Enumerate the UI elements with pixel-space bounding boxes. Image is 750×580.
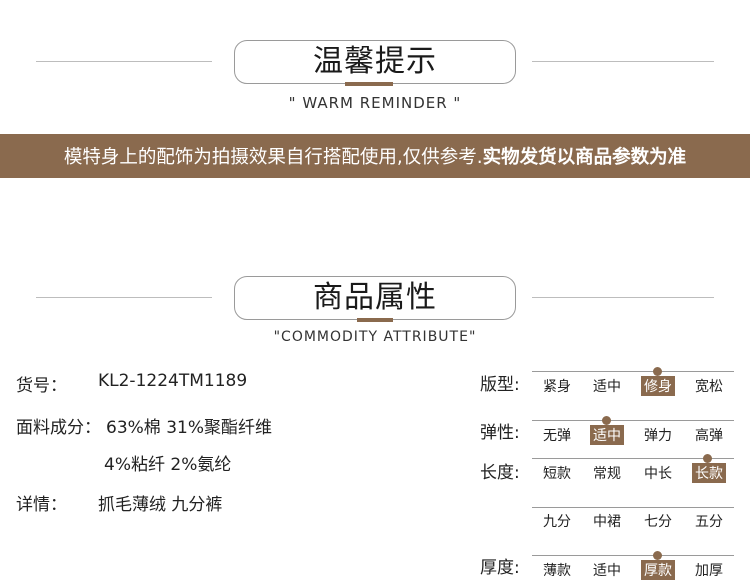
elasticity-option-selected: 适中: [590, 425, 624, 445]
thickness-option: 适中: [593, 563, 621, 579]
fit-option: 宽松: [695, 379, 723, 395]
fit-scale-line: [532, 371, 734, 372]
item-number-value: KL2-1224TM1189: [98, 371, 248, 391]
elasticity-label: 弹性:: [480, 423, 520, 443]
reminder-subtitle: " WARM REMINDER ": [288, 94, 462, 112]
detail-label: 详情：: [16, 495, 67, 515]
notice-banner-text: 模特身上的配饰为拍摄效果自行搭配使用,仅供参考.: [63, 147, 483, 168]
reminder-title-underline: [345, 82, 393, 86]
fabric-value-line1: 63%棉 31%聚酯纤维: [106, 418, 272, 438]
length-label: 长度:: [480, 463, 520, 483]
fabric-value-line2: 4%粘纤 2%氨纶: [104, 455, 232, 475]
notice-banner: 模特身上的配饰为拍摄效果自行搭配使用,仅供参考. 实物发货以商品参数为准: [0, 134, 750, 178]
elasticity-indicator-dot: [602, 416, 611, 425]
elasticity-scale-line: [532, 420, 734, 421]
fit-indicator-dot: [653, 367, 662, 376]
elasticity-option: 无弹: [543, 428, 571, 444]
thickness-option: 加厚: [695, 563, 723, 579]
attribute-title-underline: [357, 318, 393, 322]
thickness-label: 厚度:: [480, 558, 520, 578]
item-number-label: 货号：: [16, 376, 67, 396]
length-option-extra: 七分: [644, 514, 672, 530]
length-indicator-dot: [703, 454, 712, 463]
attribute-divider-left: [36, 297, 212, 298]
attribute-subtitle: "COMMODITY ATTRIBUTE": [273, 329, 477, 345]
reminder-divider-left: [36, 61, 212, 62]
reminder-divider-right: [532, 61, 714, 62]
length-option-extra: 九分: [543, 514, 571, 530]
attribute-title: 商品属性: [313, 280, 437, 315]
thickness-option: 薄款: [543, 563, 571, 579]
fit-option: 紧身: [543, 379, 571, 395]
length-scale-line-2: [532, 507, 734, 508]
length-option: 短款: [543, 466, 571, 482]
elasticity-option: 高弹: [695, 428, 723, 444]
thickness-scale-line: [532, 555, 734, 556]
length-option: 中长: [644, 466, 672, 482]
reminder-title-frame: 温馨提示: [234, 40, 516, 84]
attribute-divider-right: [532, 297, 714, 298]
fit-option-selected: 修身: [641, 376, 675, 396]
elasticity-option: 弹力: [644, 428, 672, 444]
notice-banner-emphasis: 实物发货以商品参数为准: [482, 147, 687, 168]
attribute-title-frame: 商品属性: [234, 276, 516, 320]
fit-label: 版型:: [480, 375, 520, 395]
length-option-selected: 长款: [692, 463, 726, 483]
length-option-extra: 中裙: [593, 514, 621, 530]
thickness-option-selected: 厚款: [641, 560, 675, 580]
length-option-extra: 五分: [695, 514, 723, 530]
length-option: 常规: [593, 466, 621, 482]
thickness-indicator-dot: [653, 551, 662, 560]
detail-value: 抓毛薄绒 九分裤: [98, 495, 223, 515]
fabric-label: 面料成分：: [16, 418, 101, 438]
reminder-title: 温馨提示: [313, 44, 437, 79]
fit-option: 适中: [593, 379, 621, 395]
